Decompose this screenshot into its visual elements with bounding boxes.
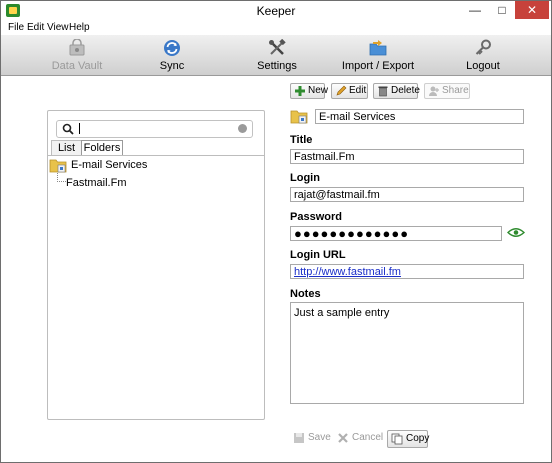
- notes-field[interactable]: Just a sample entry: [290, 302, 524, 404]
- password-field[interactable]: ●●●●●●●●●●●●●: [290, 226, 502, 241]
- eye-icon[interactable]: [507, 227, 525, 238]
- logout-label: Logout: [466, 60, 500, 72]
- trash-icon: [378, 86, 388, 97]
- copy-label: Copy: [406, 433, 430, 444]
- sidebar-panel: List Folders E-mail Services Fastmail.Fm: [47, 110, 265, 420]
- share-user-icon: [429, 86, 439, 96]
- settings-button[interactable]: Settings: [232, 39, 322, 73]
- data-vault-button[interactable]: Data Vault: [32, 39, 122, 73]
- import-export-label: Import / Export: [341, 60, 415, 72]
- title-label: Title: [290, 134, 313, 146]
- login-url-link[interactable]: http://www.fastmail.fm: [294, 266, 401, 278]
- folder-field[interactable]: E-mail Services: [315, 109, 524, 124]
- login-field[interactable]: rajat@fastmail.fm: [290, 187, 524, 202]
- menu-file[interactable]: File: [8, 22, 24, 33]
- new-button[interactable]: New: [290, 83, 329, 99]
- cancel-x-icon: [338, 433, 348, 443]
- tree-folder-email-services[interactable]: E-mail Services: [71, 159, 147, 171]
- menu-help[interactable]: Help: [69, 22, 90, 33]
- sync-button[interactable]: Sync: [127, 39, 217, 73]
- plus-icon: [295, 86, 305, 96]
- vault-icon: [69, 39, 85, 56]
- edit-label: Edit: [349, 85, 367, 96]
- search-input[interactable]: [77, 122, 227, 135]
- tree-record-fastmail[interactable]: Fastmail.Fm: [66, 177, 127, 189]
- logout-button[interactable]: Logout: [438, 39, 528, 73]
- import-export-folder-icon: [369, 40, 387, 56]
- clear-search-icon[interactable]: [238, 124, 247, 133]
- app-window: Keeper — □ ✕ File Edit View Help Data Va…: [0, 0, 552, 463]
- record-folder-icon: [290, 110, 308, 124]
- sync-label: Sync: [159, 60, 185, 72]
- copy-icon: [391, 433, 403, 445]
- copy-button[interactable]: Copy: [387, 430, 430, 448]
- minimize-button[interactable]: —: [463, 1, 487, 19]
- edit-button[interactable]: Edit: [331, 83, 368, 99]
- text-caret: [79, 123, 80, 134]
- key-icon: [475, 39, 491, 55]
- tab-list[interactable]: List: [51, 140, 82, 155]
- shared-folder-icon: [49, 159, 67, 173]
- login-label: Login: [290, 172, 320, 184]
- save-label: Save: [308, 432, 331, 443]
- tab-folders[interactable]: Folders: [81, 140, 123, 155]
- share-label: Share: [442, 85, 469, 96]
- settings-label: Settings: [257, 60, 297, 72]
- login-url-label: Login URL: [290, 249, 346, 261]
- menu-edit[interactable]: Edit: [27, 22, 44, 33]
- notes-label: Notes: [290, 288, 321, 300]
- menu-bar: File Edit View Help: [1, 21, 551, 35]
- new-label: New: [308, 85, 329, 96]
- main-toolbar: Data Vault Sync Settings Import / Export…: [1, 35, 551, 76]
- cancel-label: Cancel: [352, 432, 384, 443]
- sync-icon: [164, 40, 180, 56]
- tab-divider: [48, 155, 264, 156]
- data-vault-label: Data Vault: [51, 60, 103, 72]
- maximize-button[interactable]: □: [490, 1, 514, 19]
- pencil-icon: [336, 85, 347, 96]
- settings-tools-icon: [269, 39, 286, 55]
- delete-label: Delete: [391, 85, 420, 96]
- search-icon: [62, 123, 74, 135]
- cancel-button[interactable]: Cancel: [334, 430, 384, 446]
- search-box[interactable]: [56, 120, 253, 138]
- save-button[interactable]: Save: [290, 430, 331, 446]
- tree-connector: [57, 173, 66, 182]
- password-label: Password: [290, 211, 342, 223]
- menu-view[interactable]: View: [47, 22, 69, 33]
- import-export-button[interactable]: Import / Export: [333, 39, 423, 73]
- close-button[interactable]: ✕: [515, 1, 549, 19]
- share-button[interactable]: Share: [424, 83, 470, 99]
- floppy-disk-icon: [294, 433, 304, 443]
- login-url-field[interactable]: http://www.fastmail.fm: [290, 264, 524, 279]
- title-bar: Keeper — □ ✕: [1, 1, 551, 21]
- title-field[interactable]: Fastmail.Fm: [290, 149, 524, 164]
- delete-button[interactable]: Delete: [373, 83, 420, 99]
